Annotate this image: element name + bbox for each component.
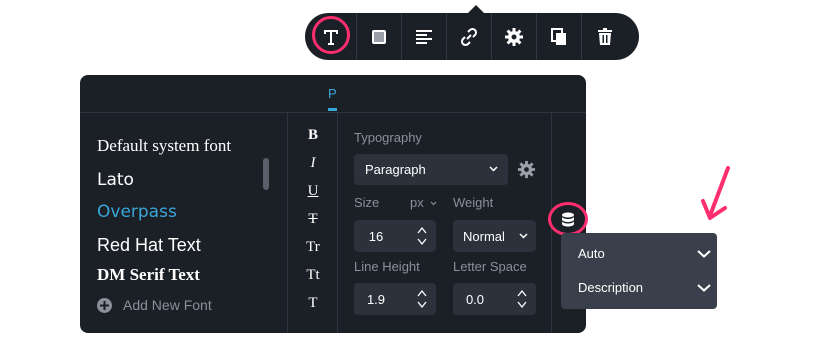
menu-item-auto[interactable]: Auto — [578, 246, 711, 261]
font-item[interactable]: DM Serif Text — [97, 265, 200, 282]
line-height-label: Line Height — [354, 259, 420, 274]
stepper-arrows-icon[interactable] — [417, 288, 427, 310]
font-list: Default system font Lato Overpass Red Ha… — [80, 113, 288, 333]
letter-space-value: 0.0 — [465, 292, 485, 307]
duplicate-button[interactable] — [537, 13, 582, 60]
trash-icon — [597, 27, 612, 45]
paragraph-select-value: Paragraph — [365, 162, 426, 177]
menu-item-label: Description — [578, 280, 644, 295]
menu-item-description[interactable]: Description — [578, 280, 711, 295]
tag-tabbar: P — [80, 75, 586, 113]
gear-icon[interactable] — [517, 160, 536, 179]
typography-panel: P Default system font Lato Overpass Red … — [80, 75, 586, 333]
typography-label: Typography — [354, 130, 422, 145]
plus-circle-icon — [97, 297, 112, 313]
font-item[interactable]: Default system font — [97, 136, 231, 156]
link-icon — [460, 27, 478, 46]
tab-underline — [328, 108, 337, 111]
stepper-arrows-icon[interactable] — [517, 288, 527, 310]
size-value: 16 — [368, 229, 384, 244]
delete-button[interactable] — [582, 13, 627, 60]
transform-button[interactable]: Tr — [288, 239, 338, 256]
underline-button[interactable]: U — [288, 183, 338, 200]
align-left-icon — [416, 29, 432, 44]
dynamic-data-menu: Auto Description — [561, 233, 717, 309]
stepper-arrows-icon[interactable] — [417, 225, 427, 247]
background-button[interactable] — [357, 13, 402, 60]
font-list-scrollbar[interactable] — [263, 158, 269, 190]
chevron-down-icon — [697, 284, 711, 292]
chevron-down-icon — [489, 166, 498, 172]
typography-settings: Typography Paragraph Size px Weight 16 N… — [338, 113, 552, 333]
dynamic-data-button[interactable] — [548, 202, 588, 236]
tab-paragraph[interactable]: P — [328, 86, 337, 101]
font-item[interactable]: Red Hat Text — [97, 235, 201, 256]
letter-space-stepper[interactable]: 0.0 — [453, 283, 536, 315]
size-stepper[interactable]: 16 — [354, 220, 436, 252]
copy-icon — [551, 27, 566, 45]
font-item[interactable]: Lato — [97, 170, 134, 190]
gear-icon — [505, 27, 523, 46]
size-label: Size — [354, 195, 380, 210]
weight-select[interactable]: Normal — [453, 220, 536, 252]
chevron-down-icon — [519, 233, 528, 239]
bold-button[interactable]: B — [288, 127, 338, 144]
text-style-column: B I U T Tr Tt T — [288, 113, 338, 333]
line-height-stepper[interactable]: 1.9 — [354, 283, 436, 315]
menu-item-label: Auto — [578, 246, 605, 261]
element-toolbar — [305, 13, 639, 60]
weight-label: Weight — [453, 195, 494, 210]
link-button[interactable] — [447, 13, 492, 60]
line-height-value: 1.9 — [366, 292, 386, 307]
capitalize-button[interactable]: Tt — [288, 267, 338, 284]
weight-select-value: Normal — [463, 228, 505, 244]
italic-button[interactable]: I — [288, 155, 338, 172]
add-font-label: Add New Font — [123, 297, 212, 313]
square-icon — [372, 29, 386, 44]
annotation-arrow-icon — [701, 166, 730, 220]
align-button[interactable] — [402, 13, 447, 60]
font-item-selected[interactable]: Overpass — [97, 202, 177, 222]
size-unit-select[interactable]: px — [410, 195, 424, 210]
paragraph-select[interactable]: Paragraph — [354, 154, 508, 185]
text-case-button[interactable]: T — [288, 295, 338, 312]
chevron-down-icon — [697, 250, 711, 258]
letter-space-label: Letter Space — [453, 259, 527, 274]
chevron-down-icon — [430, 201, 437, 206]
strikethrough-button[interactable]: T — [288, 211, 338, 228]
database-icon — [562, 212, 574, 226]
toolbar-pointer — [468, 5, 484, 13]
text-tool-highlight — [312, 16, 350, 54]
settings-button[interactable] — [492, 13, 537, 60]
add-font-button[interactable]: Add New Font — [97, 297, 212, 313]
